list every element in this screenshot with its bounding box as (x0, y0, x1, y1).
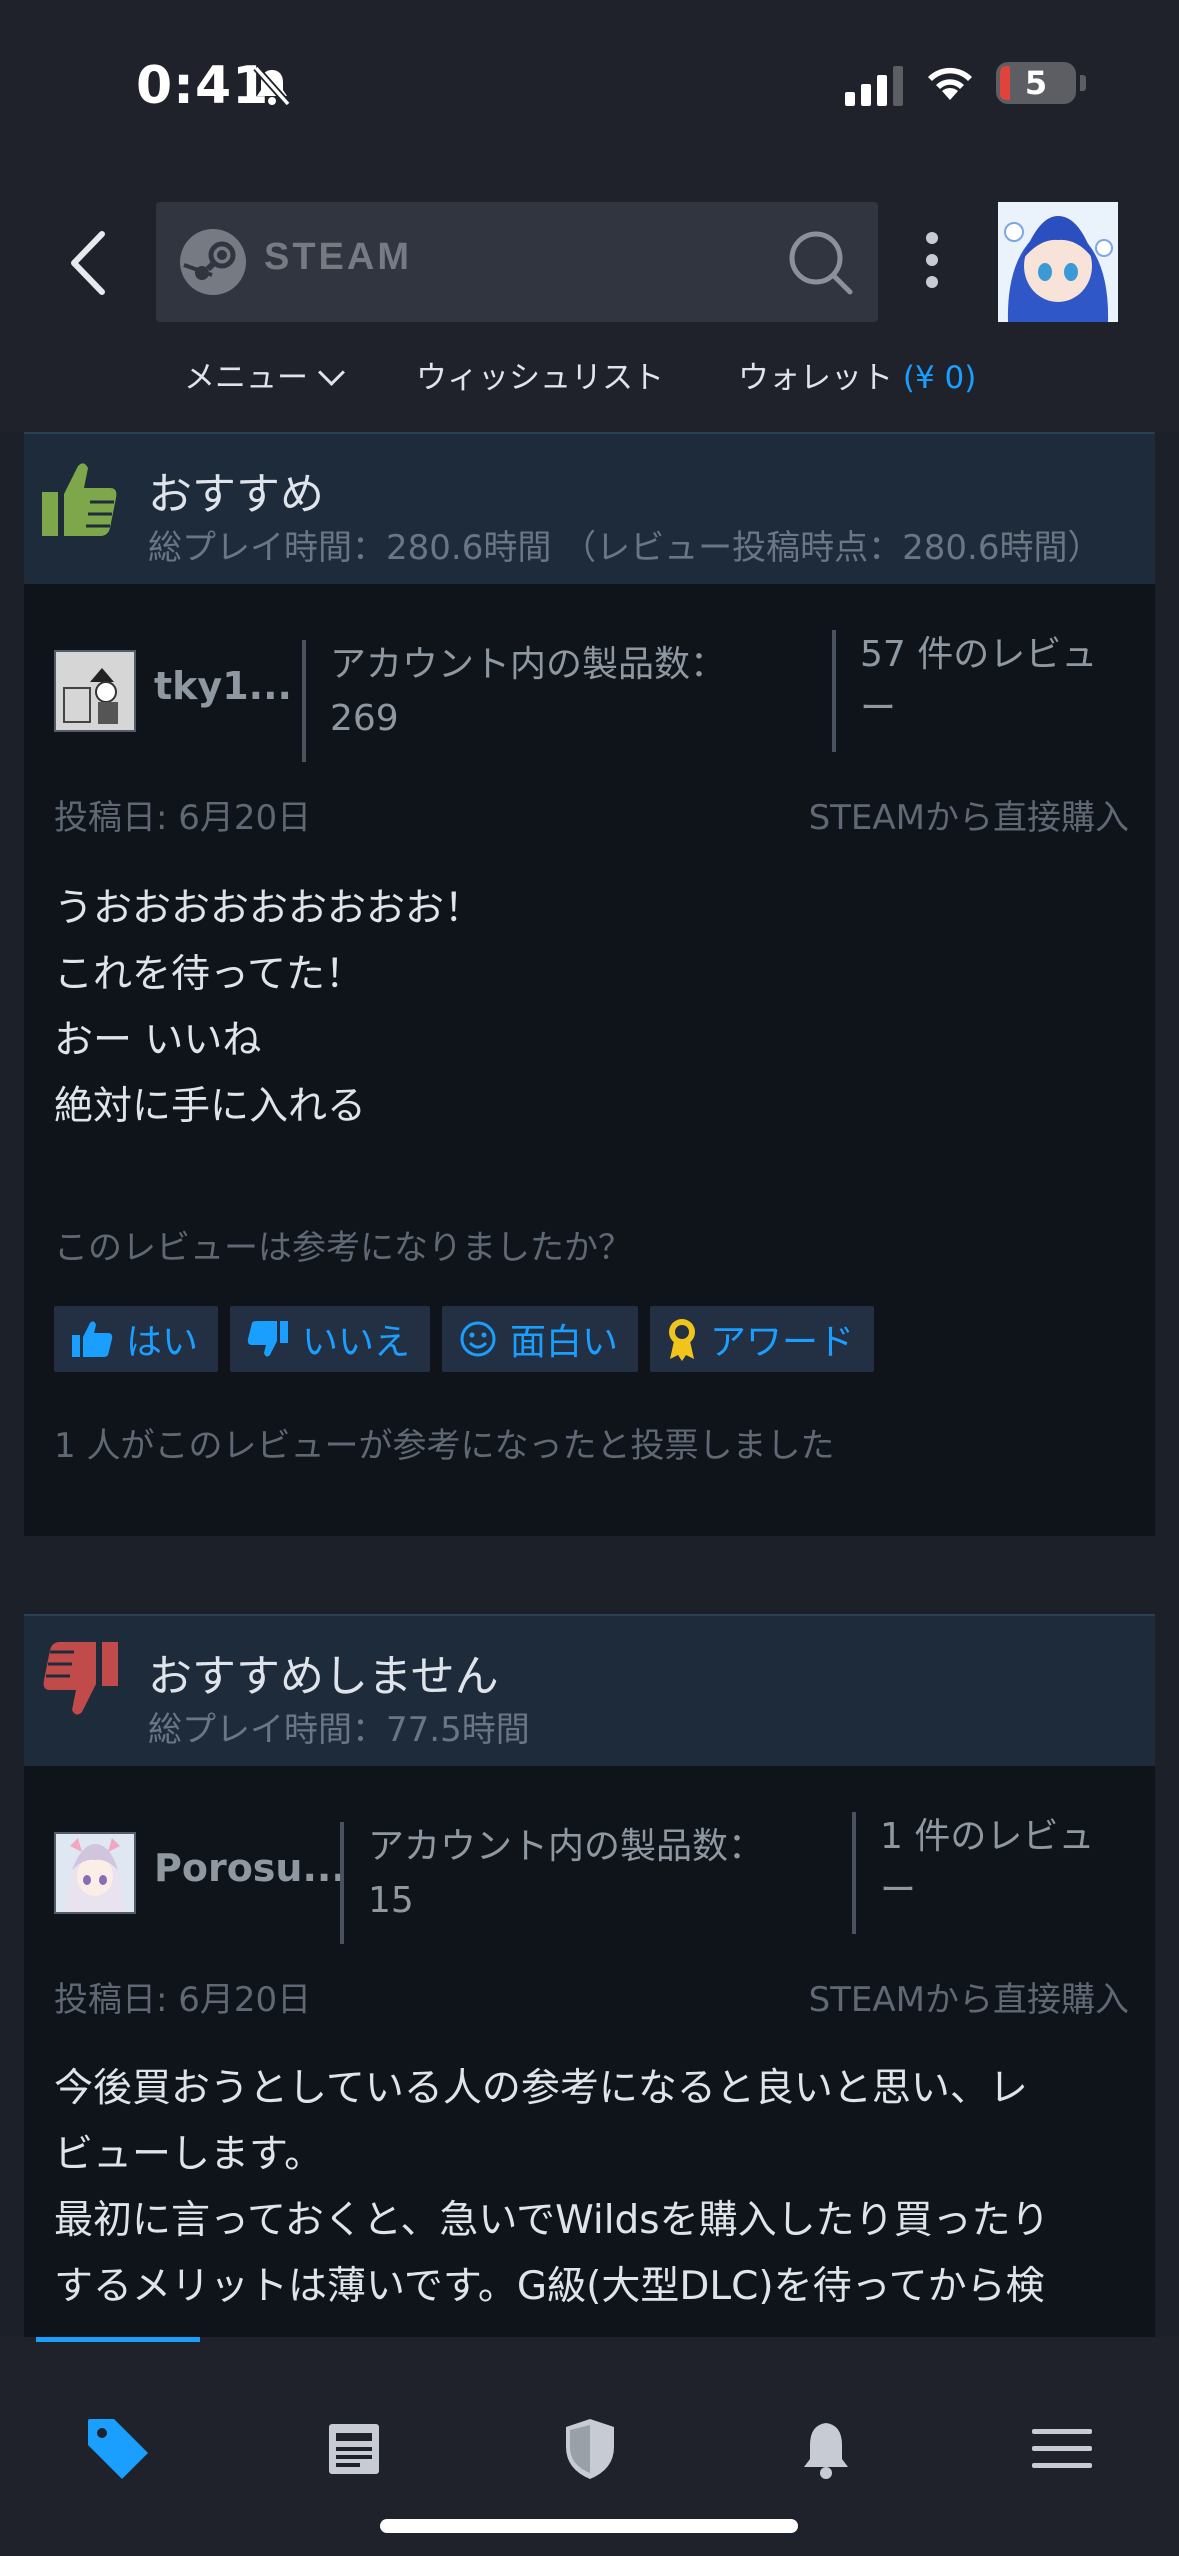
tab-notifications[interactable] (786, 2409, 866, 2489)
review-text: 今後買おうとしている人の参考になると良いと思い、レ ビューします。 最初に言って… (54, 2066, 1050, 2309)
steam-logo-icon (180, 229, 246, 295)
wifi-icon (928, 67, 972, 100)
vote-no-button[interactable]: いいえ (230, 1306, 431, 1372)
search-input[interactable]: STEAM (156, 202, 878, 322)
review-card: おすすめしません 総プレイ時間：77.5時間 Porosu... アカウント内の… (24, 1614, 1155, 2337)
recommendation-label: おすすめ (148, 469, 324, 520)
tab-security[interactable] (550, 2409, 630, 2489)
purchase-source: STEAMから直接購入 (808, 798, 1129, 838)
bell-icon (804, 2423, 848, 2479)
home-indicator[interactable] (380, 2519, 798, 2533)
posted-date: 投稿日: 6月20日 (54, 798, 312, 838)
thumbs-up-icon (42, 463, 117, 536)
vote-buttons: はい いいえ 面白い アワード (54, 1306, 875, 1372)
helpful-vote-count: 1 人がこのレビューが参考になったと投票しました (54, 1426, 835, 1466)
tab-store[interactable] (78, 2409, 158, 2489)
review-text: うおおおおおおおおお！ これを待ってた！ おー いいね 絶対に手に入れる (54, 886, 484, 1129)
reviewer-info: tky1... アカウント内の製品数： 269 57 件のレビュ ー (24, 584, 1155, 784)
thumbs-down-icon (43, 1642, 118, 1715)
thumbs-up-icon (72, 1321, 113, 1357)
review-header: おすすめ 総プレイ時間：280.6時間 （レビュー投稿時点：280.6時間） (24, 432, 1155, 584)
store-tag-icon (88, 2419, 148, 2479)
review-card: おすすめ 総プレイ時間：280.6時間 （レビュー投稿時点：280.6時間） t… (24, 432, 1155, 1536)
bell-off-icon (253, 65, 291, 107)
tab-menu[interactable] (1022, 2409, 1102, 2489)
products-count: アカウント内の製品数： 269 (330, 644, 727, 739)
battery-indicator: 5 (996, 62, 1076, 104)
news-icon (329, 2424, 379, 2474)
more-options-icon[interactable] (924, 232, 940, 292)
nav-menu[interactable]: メニュー (184, 352, 345, 397)
vote-funny-button[interactable]: 面白い (442, 1306, 639, 1372)
user-avatar[interactable] (998, 202, 1118, 322)
vote-yes-button[interactable]: はい (54, 1306, 219, 1372)
chevron-down-icon (318, 359, 345, 386)
wallet-amount: (¥ 0) (902, 360, 977, 396)
nav-wishlist[interactable]: ウィッシュリスト (416, 352, 664, 397)
play-time: 総プレイ時間：280.6時間 （レビュー投稿時点：280.6時間） (148, 528, 1102, 568)
reviews-count[interactable]: 1 件のレビュ ー (880, 1810, 1094, 1918)
smiley-icon (460, 1321, 496, 1357)
tab-news[interactable] (314, 2409, 394, 2489)
menu-icon (1032, 2429, 1092, 2468)
steam-logo-text: STEAM (264, 236, 412, 278)
shield-icon (566, 2419, 614, 2479)
award-ribbon-icon (669, 1319, 696, 1361)
posted-date: 投稿日: 6月20日 (54, 1980, 312, 2020)
active-tab-indicator (36, 2337, 200, 2342)
app-header: STEAM メニュー ウィッシュリスト ウォレット (¥ 0) (0, 170, 1179, 432)
reviewer-info: Porosu... アカウント内の製品数： 15 1 件のレビュ ー (24, 1766, 1155, 1966)
reviewer-avatar[interactable] (54, 650, 136, 732)
reviewer-avatar[interactable] (54, 1832, 136, 1914)
purchase-source: STEAMから直接購入 (808, 1980, 1129, 2020)
reviewer-name[interactable]: Porosu... (154, 1846, 346, 1890)
status-bar: 0:41 5 (0, 0, 1179, 170)
search-icon[interactable] (786, 228, 854, 296)
back-arrow-icon[interactable] (64, 228, 114, 298)
award-button[interactable]: アワード (650, 1306, 875, 1372)
nav-wallet[interactable]: ウォレット (¥ 0) (738, 352, 976, 397)
reviewer-name[interactable]: tky1... (154, 664, 292, 708)
reviews-count[interactable]: 57 件のレビュ ー (860, 628, 1097, 736)
reviews-list: おすすめ 総プレイ時間：280.6時間 （レビュー投稿時点：280.6時間） t… (0, 432, 1179, 2337)
thumbs-down-icon (247, 1321, 289, 1357)
review-header: おすすめしません 総プレイ時間：77.5時間 (24, 1614, 1155, 1766)
cellular-signal-icon (845, 66, 903, 106)
play-time: 総プレイ時間：77.5時間 (148, 1710, 530, 1750)
helpful-question: このレビューは参考になりましたか？ (54, 1228, 632, 1268)
products-count: アカウント内の製品数： 15 (368, 1826, 765, 1921)
bottom-tab-bar (0, 2337, 1179, 2556)
recommendation-label: おすすめしません (148, 1651, 499, 1702)
